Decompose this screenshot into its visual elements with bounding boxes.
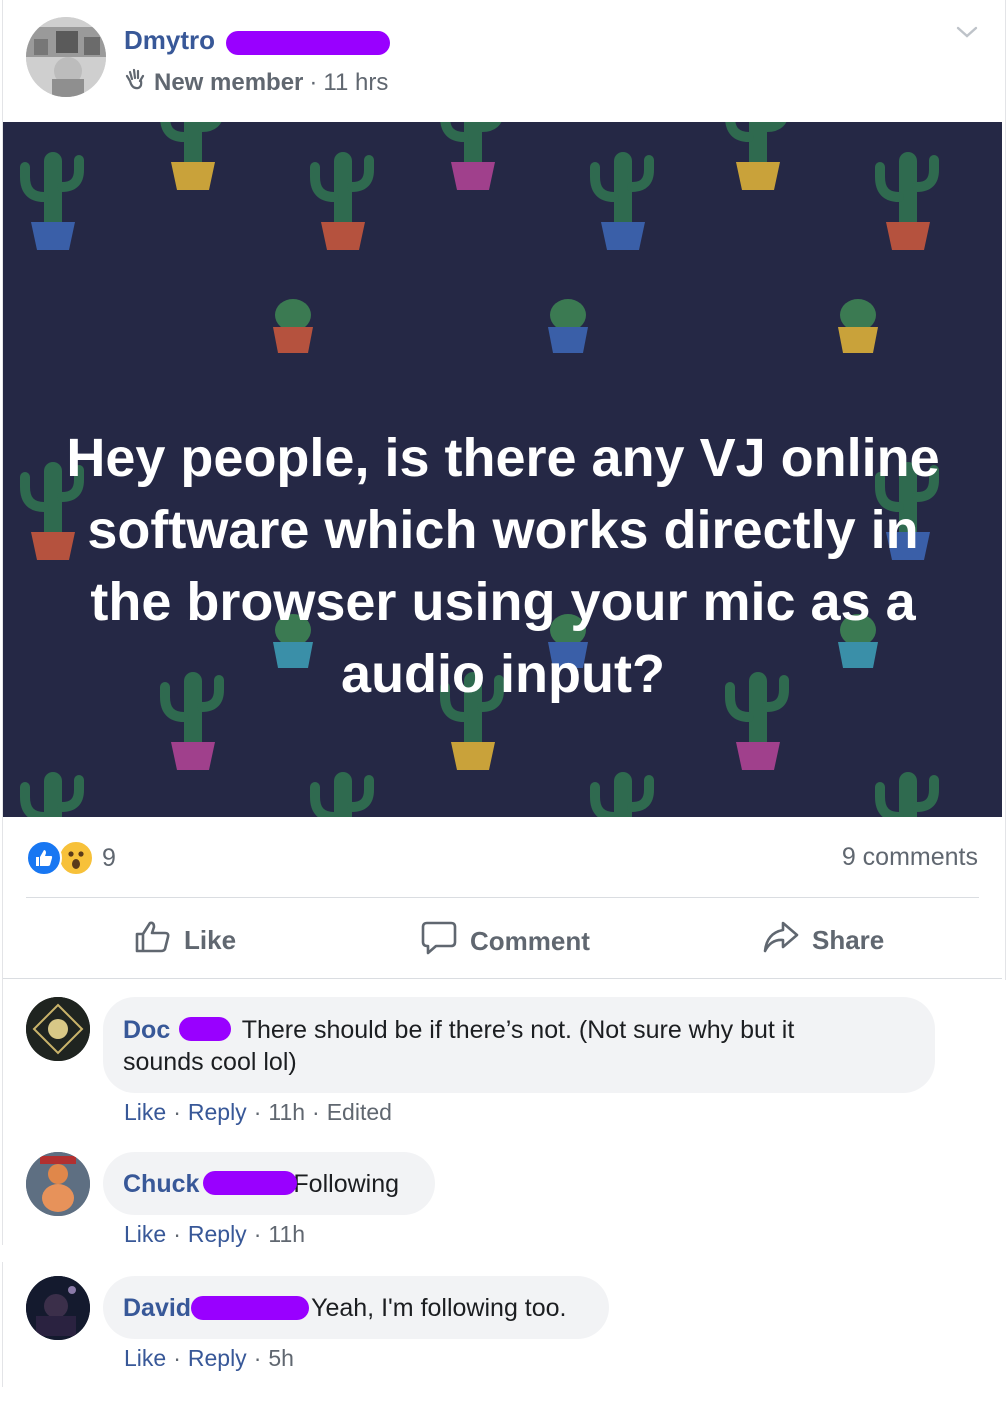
comment-like-link[interactable]: Like [124,1345,166,1372]
comment-line: Yeah, I'm following too. [311,1294,567,1322]
banner-text: Hey people, is there any VJ online softw… [66,428,940,704]
author-avatar[interactable] [26,17,106,97]
redaction-mark [226,31,390,55]
comment-actions: Like · Reply · 5h [124,1345,294,1372]
share-button[interactable]: Share [762,920,884,961]
comment-time[interactable]: 11h [268,1099,305,1126]
card-border [2,1262,3,1387]
comment-text: David Yeah, I'm following too. [123,1292,567,1324]
divider [3,978,1002,979]
post-meta: New member · 11 hrs [124,67,388,98]
commenter-avatar[interactable] [26,1276,90,1340]
comment-label: Comment [470,926,590,956]
comment-line: Following [293,1170,400,1198]
chevron-down-icon[interactable] [954,22,980,42]
divider [26,897,979,898]
edited-label[interactable]: Edited [327,1099,392,1126]
comment-time[interactable]: 5h [268,1345,294,1372]
share-icon [762,920,812,961]
comments-count[interactable]: 9 comments [842,843,978,872]
comment-actions: Like · Reply · 11h · Edited [124,1099,392,1126]
redaction-mark [191,1296,309,1320]
like-reaction-icon [26,840,62,876]
comment-like-link[interactable]: Like [124,1099,166,1126]
post-banner[interactable]: Hey people, is there any VJ online softw… [3,122,1002,817]
comment-line: sounds cool lol) [123,1048,297,1076]
card-border [1005,0,1006,980]
member-badge[interactable]: New member [154,69,303,97]
comment-line: There should be if there’s not. (Not sur… [241,1016,795,1044]
comment-bubble: Doc There should be if there’s not. (Not… [103,997,935,1093]
comment-text: Doc There should be if there’s not. (Not… [123,1014,923,1078]
post-time[interactable]: 11 hrs [323,69,388,97]
author-name[interactable]: Dmytro [124,25,215,56]
reactions-summary[interactable]: 9 [26,840,116,876]
comment-bubble: David Yeah, I'm following too. [103,1276,609,1339]
new-member-wave-icon [124,67,148,98]
comment-icon [420,920,470,963]
commenter-avatar[interactable] [26,1152,90,1216]
comment-reply-link[interactable]: Reply [188,1345,247,1372]
comment-button[interactable]: Comment [420,920,590,963]
commenter-avatar[interactable] [26,997,90,1061]
commenter-name[interactable]: David [123,1294,191,1322]
like-button[interactable]: Like [134,920,236,961]
wow-reaction-icon [58,840,94,876]
reaction-count: 9 [102,843,116,872]
comment-like-link[interactable]: Like [124,1221,166,1248]
comment-reply-link[interactable]: Reply [188,1099,247,1126]
commenter-name[interactable]: Chuck [123,1170,199,1198]
like-label: Like [184,925,237,955]
share-label: Share [812,925,885,955]
commenter-name[interactable]: Doc [123,1016,170,1044]
comment-reply-link[interactable]: Reply [188,1221,247,1248]
post-card: Dmytro New member · 11 hrs Hey people, i… [0,0,1008,1402]
comment-actions: Like · Reply · 11h [124,1221,306,1248]
redaction-mark [203,1171,297,1195]
comment-time[interactable]: 11h [268,1221,305,1248]
redaction-mark [179,1017,231,1041]
thumbs-up-icon [134,920,184,961]
